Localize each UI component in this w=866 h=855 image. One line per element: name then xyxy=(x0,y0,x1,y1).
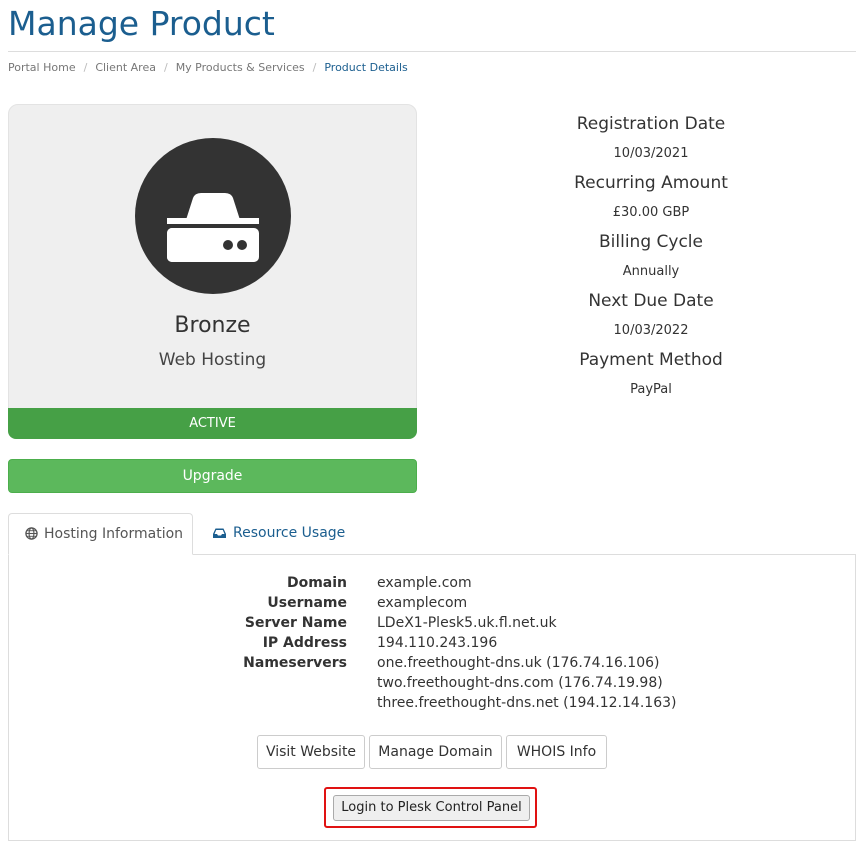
billing-details: Registration Date 10/03/2021 Recurring A… xyxy=(436,112,866,407)
info-row-ip-address: IP Address 194.110.243.196 xyxy=(9,635,855,655)
tab-bar: Hosting Information Resource Usage xyxy=(8,513,856,555)
breadcrumb-separator: / xyxy=(312,61,317,74)
payment-method-value: PayPal xyxy=(630,382,672,397)
info-row-nameservers: Nameservers one.freethought-dns.uk (176.… xyxy=(9,655,855,675)
domain-label: Domain xyxy=(286,575,347,591)
login-control-panel-button[interactable]: Login to Plesk Control Panel xyxy=(333,795,530,821)
tab-hosting-information[interactable]: Hosting Information xyxy=(8,513,193,555)
tab-resource-usage[interactable]: Resource Usage xyxy=(196,513,361,555)
info-row-nameserver-2: two.freethought-dns.com (176.74.19.98) xyxy=(9,675,855,695)
breadcrumb-separator: / xyxy=(83,61,88,74)
nameserver-1: one.freethought-dns.uk (176.74.16.106) xyxy=(377,655,660,671)
nameserver-3: three.freethought-dns.net (194.12.14.163… xyxy=(377,695,677,711)
upgrade-button[interactable]: Upgrade xyxy=(8,459,417,493)
page-title: Manage Product xyxy=(8,4,275,43)
billing-cycle-value: Annually xyxy=(622,264,680,279)
product-card: Bronze Web Hosting xyxy=(8,104,417,409)
status-badge: ACTIVE xyxy=(8,408,417,439)
billing-cycle-label: Billing Cycle xyxy=(599,232,703,252)
ip-address-label: IP Address xyxy=(262,635,347,651)
tab-resource-usage-label: Resource Usage xyxy=(233,525,346,541)
title-divider xyxy=(8,51,856,52)
recurring-amount-label: Recurring Amount xyxy=(574,173,728,193)
breadcrumb: Portal Home / Client Area / My Products & Se… xyxy=(8,61,408,74)
info-row-domain: Domain example.com xyxy=(9,575,855,595)
username-value: examplecom xyxy=(377,595,468,611)
info-row-nameserver-3: three.freethought-dns.net (194.12.14.163… xyxy=(9,695,855,715)
globe-icon xyxy=(25,516,38,556)
breadcrumb-portal-home[interactable]: Portal Home xyxy=(8,61,76,74)
nameservers-label: Nameservers xyxy=(243,655,347,671)
product-name: Bronze xyxy=(174,313,251,338)
nameserver-2: two.freethought-dns.com (176.74.19.98) xyxy=(377,675,663,691)
breadcrumb-client-area[interactable]: Client Area xyxy=(95,61,156,74)
hosting-info-table: Domain example.com Username examplecom S… xyxy=(9,575,855,715)
hosting-information-panel: Domain example.com Username examplecom S… xyxy=(8,554,856,841)
inbox-icon xyxy=(212,515,227,555)
domain-value: example.com xyxy=(377,575,472,591)
whois-info-button[interactable]: WHOIS Info xyxy=(506,735,607,769)
manage-domain-button[interactable]: Manage Domain xyxy=(369,735,502,769)
tab-hosting-information-label: Hosting Information xyxy=(44,526,184,542)
server-name-label: Server Name xyxy=(244,615,347,631)
payment-method-label: Payment Method xyxy=(579,350,723,370)
username-label: Username xyxy=(267,595,347,611)
breadcrumb-product-details: Product Details xyxy=(324,61,408,74)
hdd-server-icon xyxy=(167,193,259,262)
visit-website-button[interactable]: Visit Website xyxy=(257,735,365,769)
product-group: Web Hosting xyxy=(158,350,267,370)
breadcrumb-separator: / xyxy=(163,61,168,74)
next-due-date-label: Next Due Date xyxy=(588,291,714,311)
product-icon-circle xyxy=(135,138,291,294)
info-row-server-name: Server Name LDeX1-Plesk5.uk.fl.net.uk xyxy=(9,615,855,635)
info-row-username: Username examplecom xyxy=(9,595,855,615)
recurring-amount-value: £30.00 GBP xyxy=(612,205,690,220)
ip-address-value: 194.110.243.196 xyxy=(377,635,498,651)
server-name-value: LDeX1-Plesk5.uk.fl.net.uk xyxy=(377,615,557,631)
breadcrumb-my-products[interactable]: My Products & Services xyxy=(176,61,305,74)
registration-date-value: 10/03/2021 xyxy=(613,146,689,161)
next-due-date-value: 10/03/2022 xyxy=(613,323,689,338)
registration-date-label: Registration Date xyxy=(576,114,726,134)
